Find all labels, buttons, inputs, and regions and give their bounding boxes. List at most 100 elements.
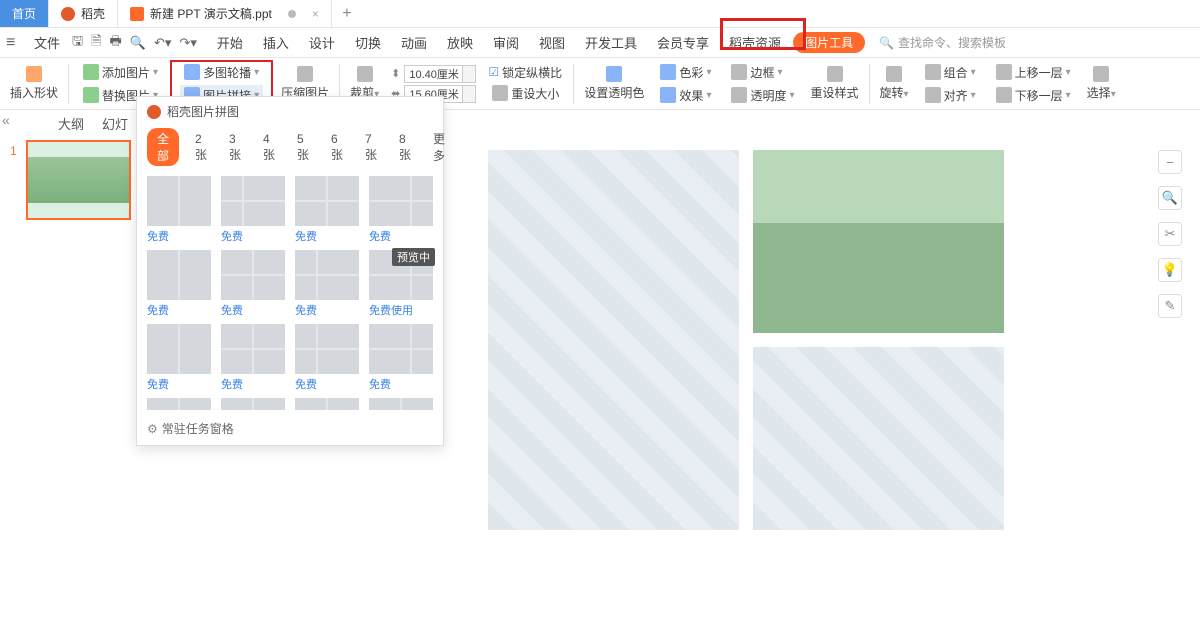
bring-forward-button[interactable]: 上移一层▾ [992,62,1075,83]
insert-shape-group[interactable]: 插入形状 [6,66,62,101]
collage-template[interactable]: 免费 [221,176,285,244]
select-button[interactable]: 选择▾ [1083,66,1120,101]
select-icon [1093,66,1109,82]
zoom-in-icon[interactable]: 🔍 [1158,186,1182,210]
ppt-icon [130,7,144,21]
group-icon [925,64,941,80]
print-icon[interactable]: 🖶 [110,32,122,54]
crop-tool-icon[interactable]: ✂ [1158,222,1182,246]
insert-shape-label: 插入形状 [10,84,58,101]
menu-docer-res[interactable]: 稻壳资源 [721,33,789,52]
quick-access-toolbar: 🖫 🗎 🖶 🔍 ↶▾ ↷▾ [72,32,205,54]
collage-template[interactable] [369,398,433,410]
effects-button[interactable]: 效果▾ [656,85,715,106]
border-icon [731,64,747,80]
idea-icon[interactable]: 💡 [1158,258,1182,282]
lock-ratio-checkbox[interactable]: 锁定纵横比 [488,64,562,81]
send-backward-button[interactable]: 下移一层▾ [992,85,1075,106]
menu-devtools[interactable]: 开发工具 [577,33,645,52]
right-toolbar: − 🔍 ✂ 💡 ✎ [1156,150,1184,318]
collage-template[interactable]: 免费 [221,324,285,392]
collage-template[interactable]: 免费 [221,250,285,318]
menu-start[interactable]: 开始 [209,33,251,52]
new-tab-button[interactable]: + [332,5,362,23]
home-tab[interactable]: 首页 [0,0,49,27]
outline-tab[interactable]: 大纲 [58,114,84,133]
menu-design[interactable]: 设计 [301,33,343,52]
collage-tab-5[interactable]: 5张 [291,130,315,165]
combine-button[interactable]: 组合▾ [921,62,980,83]
save-icon[interactable]: 🖫 [72,32,83,54]
hamburger-icon[interactable] [6,34,22,52]
reset-size-button[interactable]: 重设大小 [488,83,563,104]
command-search[interactable]: 查找命令、搜索模板 [879,34,1006,51]
reset-size-icon [492,85,508,101]
slide-number: 1 [10,144,17,158]
docer-tab[interactable]: 稻壳 [49,0,118,27]
slide-canvas[interactable] [460,110,1140,623]
collage-template[interactable]: 免费 [369,176,433,244]
rotate-button[interactable]: 旋转▾ [876,66,913,101]
align-button[interactable]: 对齐▾ [921,85,980,106]
menu-insert[interactable]: 插入 [255,33,297,52]
collage-template[interactable] [147,398,211,410]
collage-tab-all[interactable]: 全部 [147,128,179,166]
file-menu[interactable]: 文件 [26,33,68,52]
set-transparent-button[interactable]: 设置透明色 [580,66,648,101]
undo-icon[interactable]: ↶▾ [154,35,171,51]
slide-thumbnail-1[interactable] [26,140,131,220]
transparency-button[interactable]: 透明度▾ [727,85,798,106]
collage-tab-more[interactable]: 更多 [427,128,451,166]
edit-icon[interactable]: ✎ [1158,294,1182,318]
docer-small-icon [147,105,161,119]
collage-template[interactable]: 免费 [295,176,359,244]
picture-tools-tab[interactable]: 图片工具 [793,32,865,53]
menu-view[interactable]: 视图 [531,33,573,52]
collage-template[interactable]: 免费 [295,324,359,392]
picture-replace-icon [83,87,99,103]
menu-vip[interactable]: 会员专享 [649,33,717,52]
collage-template[interactable]: 免费 [147,324,211,392]
collage-template[interactable]: 免费 [295,250,359,318]
picture-icon [83,64,99,80]
menu-review[interactable]: 审阅 [485,33,527,52]
collage-template[interactable]: 免费 [147,176,211,244]
save-as-icon[interactable]: 🗎 [91,32,101,54]
slides-tab[interactable]: 幻灯 [102,114,128,133]
close-icon[interactable]: × [312,7,319,21]
pin-taskpane-button[interactable]: 常驻任务窗格 [137,414,443,437]
collage-tab-2[interactable]: 2张 [189,130,213,165]
preview-badge: 预览中 [392,248,435,266]
collage-template-previewing[interactable]: 预览中免费使用 [369,250,433,318]
border-button[interactable]: 边框▾ [727,62,786,83]
redo-icon[interactable]: ↷▾ [179,35,196,51]
menu-slideshow[interactable]: 放映 [439,33,481,52]
zoom-out-icon[interactable]: − [1158,150,1182,174]
reset-style-button[interactable]: 重设样式 [807,66,863,101]
slide-image-1[interactable] [753,150,1004,333]
outline-tabs: 大纲 幻灯 [58,114,128,133]
slide-image-2[interactable] [488,150,739,530]
multi-slideshow-button[interactable]: 多图轮播 ▾ [180,62,263,83]
collage-template[interactable]: 免费 [147,250,211,318]
menu-transition[interactable]: 切换 [347,33,389,52]
ppt-tab[interactable]: 新建 PPT 演示文稿.ppt× [118,0,332,27]
add-picture-button[interactable]: 添加图片 ▾ [79,62,162,83]
collage-tab-6[interactable]: 6张 [325,130,349,165]
height-input[interactable]: 10.40厘米 [404,65,476,83]
preview-icon[interactable]: 🔍 [130,35,146,51]
collage-count-tabs: 全部 2张 3张 4张 5张 6张 7张 8张 更多 [137,124,443,172]
collage-template[interactable] [295,398,359,410]
tab-dot-icon [288,10,296,18]
collapse-panel-icon[interactable]: « [2,112,10,128]
collage-template[interactable]: 免费 [369,324,433,392]
collage-template[interactable] [221,398,285,410]
collage-tab-8[interactable]: 8张 [393,130,417,165]
slide-content [488,150,1004,530]
menu-animation[interactable]: 动画 [393,33,435,52]
slide-image-3[interactable] [753,347,1004,530]
collage-tab-3[interactable]: 3张 [223,130,247,165]
collage-tab-7[interactable]: 7张 [359,130,383,165]
color-button[interactable]: 色彩▾ [656,62,715,83]
collage-tab-4[interactable]: 4张 [257,130,281,165]
